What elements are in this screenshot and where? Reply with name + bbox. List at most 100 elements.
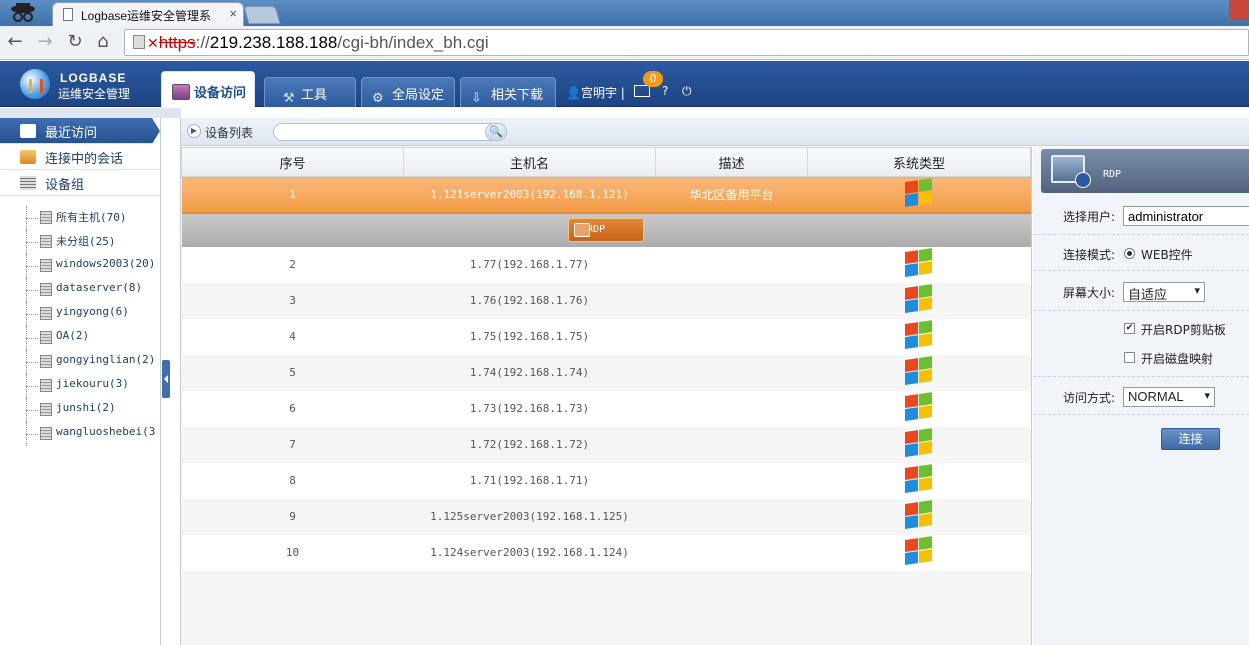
sidebar-item-recent[interactable]: 最近访问 — [0, 118, 160, 144]
separator: | — [620, 86, 625, 100]
tree-item[interactable]: jiekouru(3) — [26, 374, 160, 398]
cell-no: 4 — [181, 318, 404, 355]
cell-host: 1.72(192.168.1.72) — [403, 426, 656, 463]
tab-tools[interactable]: ⚒ 工具 — [264, 77, 356, 107]
tab-downloads[interactable]: ⇩ 相关下载 — [460, 77, 556, 107]
access-mode-select[interactable]: NORMAL — [1123, 387, 1215, 407]
tree-item[interactable]: dataserver(8) — [26, 278, 160, 302]
rdp-button[interactable]: RDP — [568, 218, 644, 242]
table-row[interactable]: 7 1.72(192.168.1.72) — [181, 426, 1031, 463]
cell-desc — [655, 282, 808, 319]
table-row[interactable]: 10 1.124server2003(192.168.1.124) — [181, 534, 1031, 571]
search-icon[interactable]: 🔍 — [485, 123, 507, 141]
cell-os — [807, 534, 1031, 571]
access-label: 访问方式: — [1063, 391, 1116, 405]
mail-badge: 0 — [643, 71, 663, 87]
tab-label: 全局设定 — [392, 88, 445, 103]
column-header[interactable]: 主机名 — [403, 147, 656, 177]
column-header[interactable]: 系统类型 — [807, 147, 1031, 177]
tree-item[interactable]: wangluoshebei(3 — [26, 422, 160, 446]
screen-size-select[interactable]: 自适应 — [1123, 282, 1205, 302]
sidebar-item-device-group[interactable]: 设备组 — [0, 170, 160, 196]
cell-host: 1.75(192.168.1.75) — [403, 318, 656, 355]
cell-host: 1.76(192.168.1.76) — [403, 282, 656, 319]
windows-icon — [905, 356, 933, 386]
tree-item[interactable]: OA(2) — [26, 326, 160, 350]
tree-item-label: 所有主机(70) — [56, 211, 127, 224]
table-row[interactable]: 5 1.74(192.168.1.74) — [181, 354, 1031, 391]
back-icon[interactable]: ← — [4, 30, 26, 54]
cell-no: 9 — [181, 498, 404, 535]
table-row[interactable]: 1 1.121server2003(192.168.1.121) 华北区备用平台 — [181, 176, 1031, 214]
sidebar-item-label: 连接中的会话 — [45, 152, 124, 167]
user-input[interactable] — [1123, 206, 1249, 226]
tree-item[interactable]: junshi(2) — [26, 398, 160, 422]
cell-host: 1.121server2003(192.168.1.121) — [403, 176, 656, 214]
brand-cn: 运维安全管理 — [58, 87, 131, 101]
cell-no: 7 — [181, 426, 404, 463]
table-row[interactable]: 9 1.125server2003(192.168.1.125) — [181, 498, 1031, 535]
reload-icon[interactable]: ↻ — [64, 30, 86, 54]
column-header[interactable]: 描述 — [655, 147, 808, 177]
close-tab-icon[interactable]: × — [229, 6, 237, 21]
address-bar[interactable]: ✕https://219.238.188.188/cgi-bh/index_bh… — [124, 29, 1249, 56]
tree-item[interactable]: gongyinglian(2) — [26, 350, 160, 374]
table-row[interactable]: 3 1.76(192.168.1.76) — [181, 282, 1031, 319]
disk-mapping-checkbox[interactable] — [1124, 352, 1135, 363]
column-header[interactable]: 序号 — [181, 147, 404, 177]
cell-no: 3 — [181, 282, 404, 319]
windows-icon — [905, 284, 933, 314]
insecure-x-icon: ✕ — [147, 35, 159, 51]
cell-host: 1.73(192.168.1.73) — [403, 390, 656, 427]
tree-item[interactable]: 所有主机(70) — [26, 206, 160, 230]
window-close-button[interactable] — [1229, 0, 1249, 20]
rdp-icon — [574, 223, 590, 237]
cell-desc: 华北区备用平台 — [655, 176, 808, 214]
search-input[interactable] — [273, 123, 507, 141]
server-icon — [40, 307, 52, 320]
tree-item[interactable]: yingyong(6) — [26, 302, 160, 326]
tab-global-settings[interactable]: ⚙ 全局设定 — [361, 77, 455, 107]
server-icon — [40, 283, 52, 296]
mail-icon[interactable] — [634, 85, 650, 97]
recent-icon — [20, 124, 36, 138]
help-icon[interactable]: ? — [662, 84, 668, 98]
table-row[interactable]: 6 1.73(192.168.1.73) — [181, 390, 1031, 427]
mode-radio[interactable] — [1124, 248, 1135, 259]
cell-no: 2 — [181, 246, 404, 283]
table-row[interactable]: 2 1.77(192.168.1.77) — [181, 246, 1031, 283]
collapse-sidebar-handle[interactable] — [162, 360, 170, 398]
access-mode-value: NORMAL — [1128, 389, 1184, 404]
tree-item-label: dataserver(8) — [56, 281, 143, 294]
forward-icon[interactable]: → — [34, 30, 56, 54]
windows-icon — [905, 248, 933, 278]
tree-item-label: yingyong(6) — [56, 305, 129, 318]
breadcrumb: 设备列表 — [205, 126, 254, 140]
windows-icon — [905, 177, 933, 208]
new-tab-button[interactable] — [243, 6, 281, 24]
browser-tab[interactable]: Logbase运维安全管理系 × — [52, 2, 244, 26]
panel-top-strip — [0, 108, 181, 118]
tab-title: Logbase运维安全管理系 — [81, 9, 212, 23]
windows-icon — [905, 500, 933, 530]
cell-os — [807, 354, 1031, 391]
current-user[interactable]: 👤宫明宇 | — [566, 84, 625, 101]
disk-mapping-label: 开启磁盘映射 — [1141, 352, 1214, 366]
tree-item-label: gongyinglian(2) — [56, 353, 156, 366]
logout-icon[interactable]: ⏻ — [682, 84, 692, 99]
table-row[interactable]: 8 1.71(192.168.1.71) — [181, 462, 1031, 499]
tab-device-access[interactable]: 设备访问 — [161, 71, 255, 108]
rdp-panel-title: RDP — [1103, 169, 1122, 180]
clipboard-checkbox[interactable]: ✔ — [1124, 323, 1135, 334]
connect-button[interactable]: 连接 — [1161, 428, 1220, 450]
cell-host: 1.125server2003(192.168.1.125) — [403, 498, 656, 535]
home-icon[interactable]: ⌂ — [92, 30, 114, 54]
cell-no: 1 — [181, 176, 404, 214]
tree-item[interactable]: 未分组(25) — [26, 230, 160, 254]
cell-os — [807, 426, 1031, 463]
field-screen: 屏幕大小: 自适应 — [1033, 271, 1249, 311]
table-row[interactable]: 4 1.75(192.168.1.75) — [181, 318, 1031, 355]
field-options: ✔ 开启RDP剪贴板 开启磁盘映射 — [1033, 311, 1249, 377]
tree-item[interactable]: windows2003(20) — [26, 254, 160, 278]
sidebar-item-sessions[interactable]: 连接中的会话 — [0, 144, 160, 170]
